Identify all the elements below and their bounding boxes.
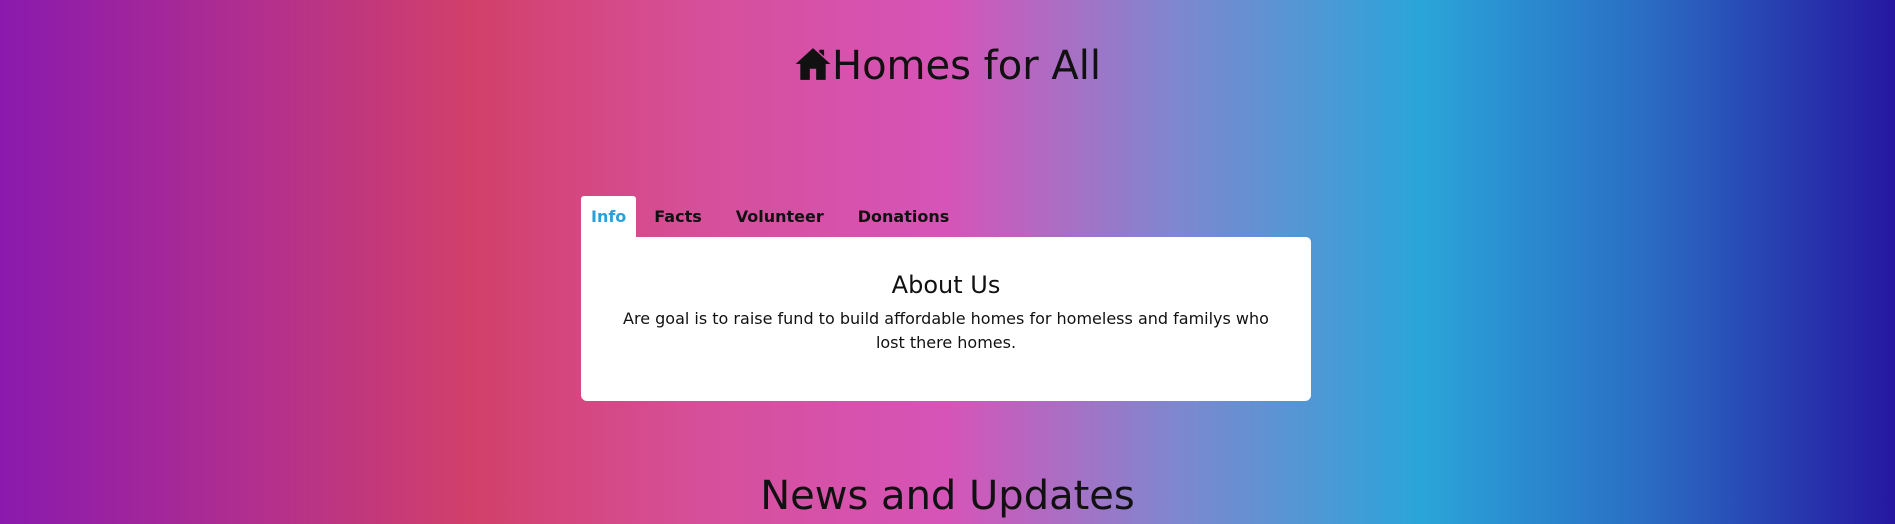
tab-bar: Info Facts Volunteer Donations	[581, 196, 973, 237]
page-title-text: Homes for All	[832, 43, 1101, 89]
tab-panel: About Us Are goal is to raise fund to bu…	[581, 237, 1311, 401]
panel-heading: About Us	[891, 271, 1001, 299]
page-title: Homes for All	[0, 38, 1895, 94]
news-heading: News and Updates	[760, 473, 1135, 519]
panel-body: Are goal is to raise fund to build affor…	[623, 309, 1269, 352]
home-icon	[795, 48, 831, 80]
tab-donations[interactable]: Donations	[848, 196, 960, 237]
tab-volunteer[interactable]: Volunteer	[726, 196, 834, 237]
tab-info[interactable]: Info	[581, 196, 637, 237]
tab-facts[interactable]: Facts	[644, 196, 711, 237]
